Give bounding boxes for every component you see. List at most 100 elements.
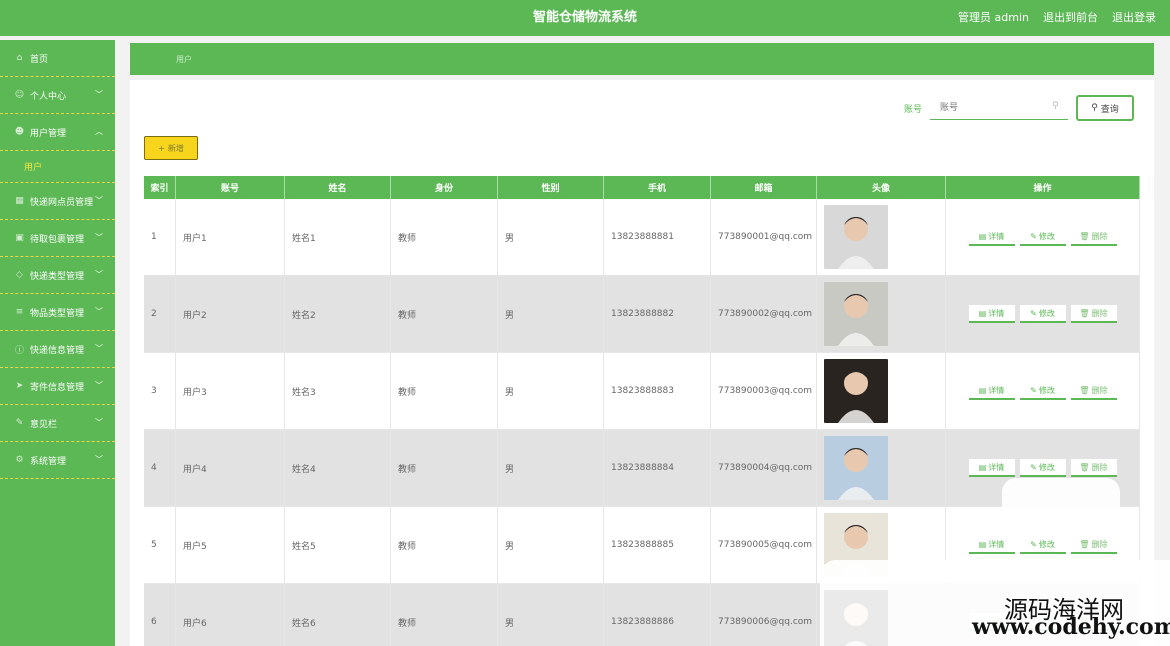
sidebar-item[interactable]: ☻ 用户管理 ︿ (0, 114, 115, 151)
trash-icon: 🗑 (1079, 231, 1090, 241)
trash-icon: 🗑 (1079, 308, 1090, 318)
cell-email: 773890004@qq.com (711, 430, 817, 506)
sidebar-item-label: 待取包裹管理 (30, 234, 85, 245)
search-icon: ⚲ (1091, 103, 1098, 113)
cell-index: 5 (144, 507, 176, 583)
edit-button-label: 修改 (1038, 308, 1055, 318)
sidebar-item[interactable]: ▦ 快递网点员管理 ﹀ (0, 183, 115, 220)
detail-button[interactable]: ▤详情 (968, 228, 1015, 246)
detail-button[interactable]: ▤详情 (968, 536, 1015, 554)
sidebar-item[interactable]: ▣ 待取包裹管理 ﹀ (0, 220, 115, 257)
cell-name: 姓名5 (285, 507, 391, 583)
pencil-icon: ✎ (1030, 385, 1037, 395)
sidebar-item[interactable]: ◇ 快递类型管理 ﹀ (0, 257, 115, 294)
cell-phone: 13823888881 (604, 199, 711, 275)
logout-link[interactable]: 退出登录 (1112, 0, 1156, 36)
sidebar-item-label: 用户管理 (30, 128, 67, 139)
cell-email: 773890003@qq.com (711, 353, 817, 429)
sidebar-item-label: 意见栏 (30, 419, 58, 430)
pencil-icon: ✎ (1030, 308, 1037, 318)
sidebar-item-label: 系统管理 (30, 456, 67, 467)
cell-role: 教师 (391, 430, 498, 506)
avatar (824, 205, 888, 269)
detail-button[interactable]: ▤详情 (968, 459, 1015, 477)
edit-button[interactable]: ✎修改 (1019, 536, 1066, 554)
to-front-link[interactable]: 退出到前台 (1043, 0, 1098, 36)
delete-button[interactable]: 🗑删除 (1070, 382, 1117, 400)
sidebar-item[interactable]: ☺ 个人中心 ﹀ (0, 77, 115, 114)
sidebar-item-label: 物品类型管理 (30, 308, 85, 319)
info-icon: ⓘ (14, 345, 24, 356)
delete-button[interactable]: 🗑删除 (1070, 459, 1117, 477)
add-button[interactable]: + 新增 (144, 136, 198, 160)
cell-name: 姓名2 (285, 276, 391, 352)
edit-button[interactable]: ✎修改 (1019, 228, 1066, 246)
edit-button[interactable]: ✎修改 (1019, 459, 1066, 477)
sidebar-item[interactable]: ⌂ 首页 (0, 40, 115, 77)
cell-name: 姓名6 (285, 584, 391, 646)
chevron-down-icon: ﹀ (95, 344, 103, 353)
cell-role: 教师 (391, 353, 498, 429)
detail-button[interactable]: ▤详情 (968, 382, 1015, 400)
document-icon: ▤ (978, 462, 987, 472)
query-button-label: 查询 (1100, 104, 1119, 115)
cell-index: 1 (144, 199, 176, 275)
cell-role: 教师 (391, 507, 498, 583)
search-input[interactable] (930, 96, 1068, 120)
chevron-down-icon: ﹀ (95, 455, 103, 464)
detail-button-label: 详情 (988, 462, 1005, 472)
column-header: 性别 (498, 176, 604, 199)
edit-button-label: 修改 (1038, 539, 1055, 549)
document-icon: ▤ (978, 231, 987, 241)
cell-name: 姓名4 (285, 430, 391, 506)
column-header: 操作 (946, 176, 1140, 199)
sidebar-item[interactable]: ⓘ 快递信息管理 ﹀ (0, 331, 115, 368)
cell-account: 用户4 (176, 430, 285, 506)
sidebar-item-label: 个人中心 (30, 91, 67, 102)
watermark-blob (1002, 478, 1120, 536)
sidebar-item-label: 寄件信息管理 (30, 382, 85, 393)
cell-phone: 13823888883 (604, 353, 711, 429)
cell-gender: 男 (498, 584, 604, 646)
cell-index: 4 (144, 430, 176, 506)
cell-name: 姓名3 (285, 353, 391, 429)
column-header: 姓名 (285, 176, 391, 199)
detail-button-label: 详情 (988, 539, 1005, 549)
cell-gender: 男 (498, 507, 604, 583)
edit-button-label: 修改 (1038, 231, 1055, 241)
cell-gender: 男 (498, 199, 604, 275)
cell-email: 773890002@qq.com (711, 276, 817, 352)
delete-button[interactable]: 🗑删除 (1070, 305, 1117, 323)
sidebar-item[interactable]: ➤ 寄件信息管理 ﹀ (0, 368, 115, 405)
delete-button-label: 删除 (1091, 539, 1108, 549)
avatar (824, 436, 888, 500)
chevron-down-icon: ﹀ (95, 381, 103, 390)
table-row: 2 用户2 姓名2 教师男 13823888882 773890002@qq.com ▤ 详情… (144, 276, 1140, 353)
table-row: 1 用户1 姓名1 教师男 13823888881 773890001@qq.com ▤ 详情… (144, 199, 1140, 276)
table-row: 3 用户3 姓名3 教师男 13823888883 773890003@qq.com ▤ 详情… (144, 353, 1140, 430)
cell-email: 773890001@qq.com (711, 199, 817, 275)
sidebar-item[interactable]: ≡ 物品类型管理 ﹀ (0, 294, 115, 331)
column-header: 手机 (604, 176, 711, 199)
detail-button[interactable]: ▤详情 (968, 305, 1015, 323)
avatar (824, 359, 888, 423)
edit-button[interactable]: ✎修改 (1019, 305, 1066, 323)
sidebar-subitem-users[interactable]: 用户 (0, 151, 115, 183)
delete-button[interactable]: 🗑删除 (1070, 536, 1117, 554)
delete-button[interactable]: 🗑删除 (1070, 228, 1117, 246)
column-header: 账号 (176, 176, 285, 199)
cell-account: 用户1 (176, 199, 285, 275)
sidebar-item[interactable]: ✎ 意见栏 ﹀ (0, 405, 115, 442)
query-button[interactable]: ⚲ 查询 (1076, 95, 1134, 121)
edit-button[interactable]: ✎修改 (1019, 382, 1066, 400)
chevron-down-icon: ﹀ (95, 270, 103, 279)
pencil-icon: ✎ (1030, 539, 1037, 549)
sidebar: ⌂ 首页 ☺ 个人中心 ﹀ ☻ 用户管理 ︿ 用户 ▦ 快递网点员管理 ﹀ ▣ 待取包裹管理 ﹀ ◇ 快递类型管… (0, 40, 115, 646)
column-header: 索引 (144, 176, 176, 199)
cell-phone: 13823888884 (604, 430, 711, 506)
delete-button-label: 删除 (1091, 462, 1108, 472)
admin-user-label: 管理员 admin (958, 11, 1029, 24)
sidebar-item[interactable]: ⚙ 系统管理 ﹀ (0, 442, 115, 479)
chat-icon: ✎ (15, 418, 24, 428)
column-header: 头像 (817, 176, 946, 199)
